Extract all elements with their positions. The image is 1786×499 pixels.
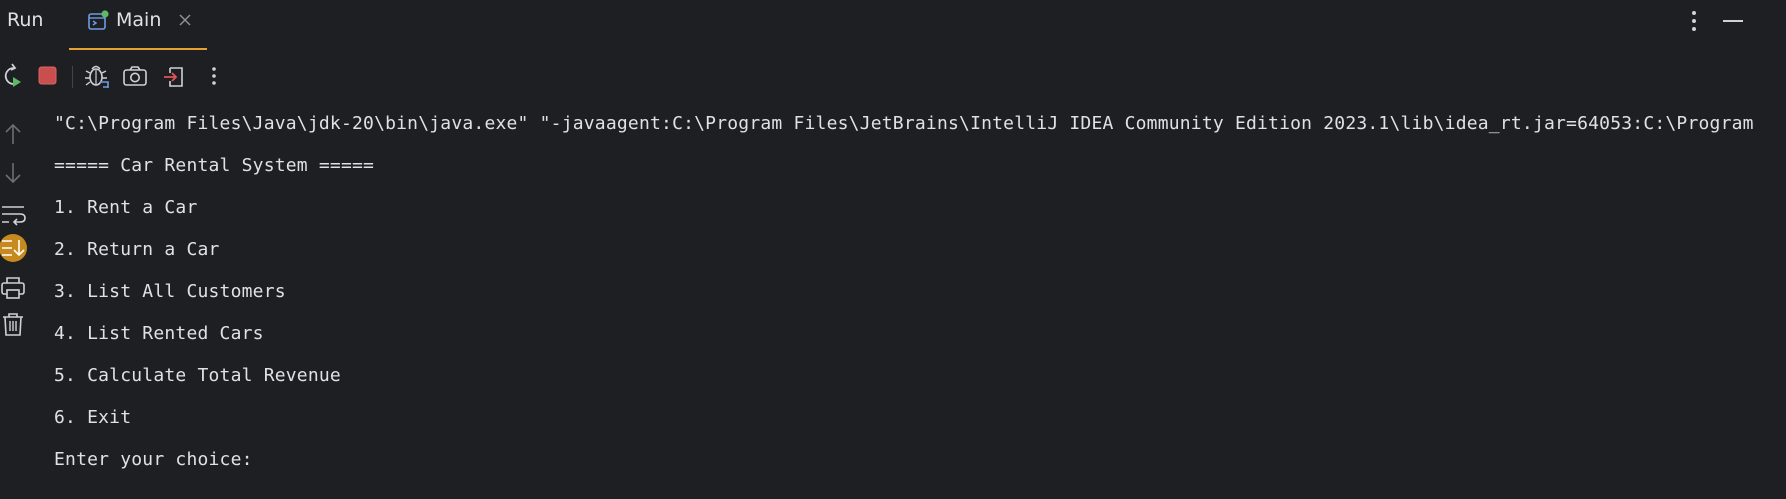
soft-wrap-icon[interactable] <box>0 200 28 228</box>
toolbar-separator <box>72 66 73 88</box>
minimize-icon[interactable] <box>1720 9 1746 33</box>
console-line: 4. List Rented Cars <box>54 323 264 344</box>
console-prompt: Enter your choice: <box>54 449 253 470</box>
arrow-down-icon[interactable] <box>0 159 28 187</box>
exit-icon[interactable] <box>161 60 189 92</box>
console-line: 2. Return a Car <box>54 239 220 260</box>
console-line: 3. List All Customers <box>54 281 286 302</box>
run-toolbar <box>0 60 240 94</box>
console-side-toolbar <box>0 116 34 356</box>
console-output[interactable]: "C:\Program Files\Java\jdk-20\bin\java.e… <box>54 113 1784 499</box>
more-options-icon[interactable] <box>1682 9 1706 33</box>
close-icon[interactable] <box>176 11 194 29</box>
arrow-up-icon[interactable] <box>0 120 28 148</box>
trash-icon[interactable] <box>0 310 28 338</box>
console-line: ===== Car Rental System ===== <box>54 155 375 176</box>
camera-icon[interactable] <box>121 60 149 92</box>
print-icon[interactable] <box>0 274 28 302</box>
tab-main[interactable]: Main <box>69 0 207 50</box>
more-vertical-icon[interactable] <box>200 60 228 92</box>
panel-title: Run <box>7 9 44 31</box>
console-line: 5. Calculate Total Revenue <box>54 365 341 386</box>
console-line: "C:\Program Files\Java\jdk-20\bin\java.e… <box>54 113 1754 134</box>
tab-label: Main <box>116 9 162 31</box>
debug-icon[interactable] <box>83 60 111 92</box>
rerun-icon[interactable] <box>0 60 28 92</box>
run-tool-window-header: Run Main <box>0 0 1786 50</box>
console-line: 1. Rent a Car <box>54 197 198 218</box>
stop-icon[interactable] <box>34 60 62 92</box>
scroll-to-end-icon[interactable] <box>0 233 30 263</box>
console-line: 6. Exit <box>54 407 132 428</box>
application-icon <box>87 10 109 32</box>
